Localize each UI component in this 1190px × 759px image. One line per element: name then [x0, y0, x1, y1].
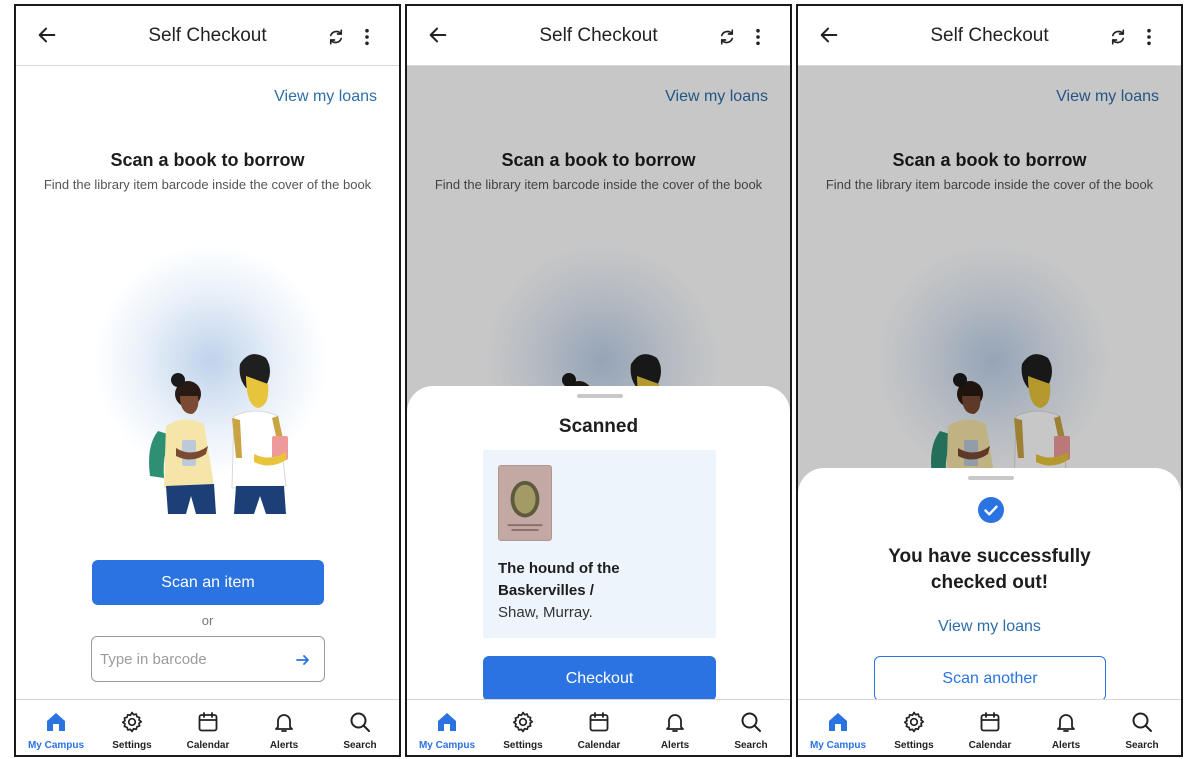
bottom-navigation: My Campus Settings Calendar Alerts Searc… — [407, 699, 790, 755]
bell-icon — [1054, 710, 1078, 734]
or-separator: or — [201, 613, 214, 628]
gear-icon — [902, 710, 926, 734]
nav-calendar[interactable]: Calendar — [568, 700, 630, 755]
view-my-loans-link[interactable]: View my loans — [274, 88, 377, 106]
scan-heading: Scan a book to borrow — [110, 150, 305, 170]
nav-label: Calendar — [577, 740, 621, 751]
refresh-icon[interactable] — [327, 28, 345, 46]
nav-label: Search — [343, 740, 377, 751]
scan-another-button[interactable]: Scan another — [874, 656, 1106, 701]
screen-scan: Self Checkout View my loans Scan a book … — [14, 4, 401, 757]
book-cover-image — [498, 465, 552, 541]
nav-settings[interactable]: Settings — [101, 700, 163, 755]
app-bar: Self Checkout — [407, 6, 790, 66]
search-icon — [739, 710, 763, 734]
students-illustration — [136, 336, 306, 516]
nav-label: Settings — [503, 740, 543, 751]
nav-label: Settings — [894, 740, 934, 751]
nav-label: Calendar — [186, 740, 230, 751]
success-line: You have successfully — [888, 546, 1091, 567]
scan-item-button[interactable]: Scan an item — [92, 560, 324, 605]
nav-my-campus[interactable]: My Campus — [25, 700, 87, 755]
book-title: The hound of the Baskervilles / — [498, 560, 620, 599]
nav-label: Alerts — [660, 740, 690, 751]
success-bottom-sheet: You have successfully checked out! View … — [798, 468, 1181, 701]
success-message: You have successfully checked out! — [798, 544, 1181, 596]
screen-scanned: Self Checkout View my loans Scan a book … — [405, 4, 792, 757]
view-my-loans-link[interactable]: View my loans — [798, 618, 1181, 636]
nav-label: My Campus — [418, 740, 476, 751]
app-bar: Self Checkout — [16, 6, 399, 66]
nav-alerts[interactable]: Alerts — [644, 700, 706, 755]
screen-success: Self Checkout View my loans Scan a book … — [796, 4, 1183, 757]
gear-icon — [511, 710, 535, 734]
scan-subheading: Find the library item barcode inside the… — [43, 177, 372, 192]
sheet-title: Scanned — [558, 416, 639, 437]
calendar-icon — [978, 710, 1002, 734]
nav-label: My Campus — [27, 740, 85, 751]
more-menu-icon[interactable] — [1144, 28, 1154, 46]
barcode-field — [91, 636, 325, 682]
nav-my-campus[interactable]: My Campus — [416, 700, 478, 755]
nav-label: Alerts — [1051, 740, 1081, 751]
nav-search[interactable]: Search — [720, 700, 782, 755]
refresh-icon[interactable] — [1109, 28, 1127, 46]
main-content: View my loans Scan a book to borrow Find… — [407, 66, 790, 701]
nav-search[interactable]: Search — [1111, 700, 1173, 755]
calendar-icon — [587, 710, 611, 734]
nav-calendar[interactable]: Calendar — [959, 700, 1021, 755]
nav-alerts[interactable]: Alerts — [1035, 700, 1097, 755]
sheet-drag-handle[interactable] — [968, 476, 1014, 480]
success-line: checked out! — [930, 572, 1049, 593]
submit-arrow-icon[interactable] — [296, 653, 310, 667]
bell-icon — [272, 710, 296, 734]
app-bar: Self Checkout — [798, 6, 1181, 66]
book-author: Shaw, Murray. — [498, 604, 593, 621]
more-menu-icon[interactable] — [362, 28, 372, 46]
main-content: View my loans Scan a book to borrow Find… — [798, 66, 1181, 701]
check-circle-icon — [978, 497, 1004, 523]
nav-label: Calendar — [968, 740, 1012, 751]
nav-calendar[interactable]: Calendar — [177, 700, 239, 755]
more-menu-icon[interactable] — [753, 28, 763, 46]
search-icon — [348, 710, 372, 734]
nav-label: Search — [734, 740, 768, 751]
scanned-item-card: The hound of the Baskervilles / Shaw, Mu… — [483, 450, 716, 638]
gear-icon — [120, 710, 144, 734]
checkout-button[interactable]: Checkout — [483, 656, 716, 701]
nav-label: Settings — [112, 740, 152, 751]
calendar-icon — [196, 710, 220, 734]
barcode-input[interactable] — [100, 645, 280, 673]
nav-settings[interactable]: Settings — [492, 700, 554, 755]
bottom-navigation: My Campus Settings Calendar Alerts Searc… — [16, 699, 399, 755]
nav-my-campus[interactable]: My Campus — [807, 700, 869, 755]
nav-label: My Campus — [809, 740, 867, 751]
search-icon — [1130, 710, 1154, 734]
nav-settings[interactable]: Settings — [883, 700, 945, 755]
main-content: View my loans Scan a book to borrow Find… — [16, 66, 399, 699]
nav-search[interactable]: Search — [329, 700, 391, 755]
nav-label: Alerts — [269, 740, 299, 751]
bell-icon — [663, 710, 687, 734]
home-icon — [826, 710, 850, 734]
sheet-drag-handle[interactable] — [577, 394, 623, 398]
scanned-bottom-sheet: Scanned The hound of the Baskervilles / … — [407, 386, 790, 701]
refresh-icon[interactable] — [718, 28, 736, 46]
nav-label: Search — [1125, 740, 1159, 751]
bottom-navigation: My Campus Settings Calendar Alerts Searc… — [798, 699, 1181, 755]
home-icon — [44, 710, 68, 734]
home-icon — [435, 710, 459, 734]
nav-alerts[interactable]: Alerts — [253, 700, 315, 755]
